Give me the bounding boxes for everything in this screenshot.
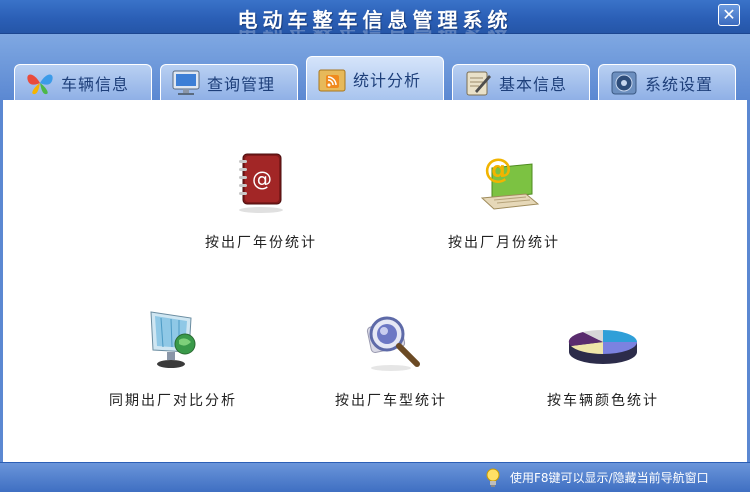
tab-system-settings[interactable]: 系统设置	[598, 64, 736, 100]
monitor-icon	[172, 70, 200, 95]
item-label: 同期出厂对比分析	[109, 393, 237, 409]
item-label: 按出厂年份统计	[205, 235, 317, 251]
status-hint: 使用F8键可以显示/隐藏当前导航窗口	[510, 471, 709, 485]
magnifier-icon	[366, 316, 420, 371]
settings-disk-icon	[611, 71, 637, 94]
tab-vehicle-info[interactable]: 车辆信息	[14, 64, 152, 100]
lightbulb-icon	[486, 468, 500, 487]
item-label: 按车辆颜色统计	[547, 393, 659, 409]
stat-by-year-button[interactable]: @ 按出厂年份统计	[161, 146, 361, 252]
tab-label: 车辆信息	[61, 74, 130, 94]
svg-text:@: @	[252, 167, 272, 191]
content-panel: @ 按出厂年份统计 @ 按出厂月份统计 同期出厂对比分析 按出厂车型统计 按车辆…	[0, 100, 750, 462]
tab-statistics[interactable]: 统计分析	[306, 56, 444, 100]
close-button[interactable]: ✕	[718, 4, 740, 26]
tab-label: 查询管理	[207, 74, 276, 94]
tab-strip: 车辆信息 查询管理 统计分析 基本信息 系统设置	[0, 34, 750, 100]
title-bar: 电动车整车信息管理系统 电动车整车信息管理系统 ✕	[0, 0, 750, 42]
stat-by-month-button[interactable]: @ 按出厂月份统计	[404, 146, 604, 252]
email-laptop-icon: @	[480, 152, 540, 210]
tab-label: 统计分析	[353, 70, 422, 90]
notepad-pen-icon	[466, 71, 491, 95]
item-label: 按出厂月份统计	[448, 235, 560, 251]
rss-folder-icon	[318, 69, 346, 91]
address-book-icon: @	[239, 153, 283, 213]
same-period-compare-button[interactable]: 同期出厂对比分析	[73, 304, 273, 410]
tab-label: 系统设置	[645, 74, 714, 94]
stat-by-color-button[interactable]: 按车辆颜色统计	[503, 304, 703, 410]
app-title: 电动车整车信息管理系统	[237, 8, 513, 32]
globe-monitor-icon	[150, 311, 196, 368]
tab-label: 基本信息	[499, 74, 568, 94]
svg-text:@: @	[484, 152, 512, 185]
status-bar: 使用F8键可以显示/隐藏当前导航窗口	[0, 462, 750, 492]
stat-by-model-button[interactable]: 按出厂车型统计	[291, 304, 491, 410]
item-label: 按出厂车型统计	[335, 393, 447, 409]
tab-basic-info[interactable]: 基本信息	[452, 64, 590, 100]
butterfly-icon	[27, 74, 53, 94]
tab-query-management[interactable]: 查询管理	[160, 64, 298, 100]
pie-chart-icon	[568, 329, 637, 364]
